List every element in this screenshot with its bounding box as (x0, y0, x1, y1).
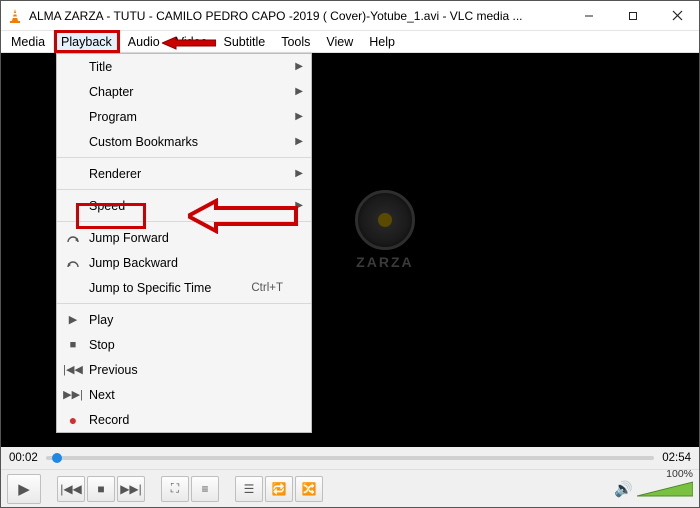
close-button[interactable] (655, 1, 699, 30)
dropdown-prev-label: Previous (83, 363, 293, 377)
stop-button[interactable]: ■ (87, 476, 115, 502)
volume-slider[interactable]: 100% (637, 480, 693, 498)
dropdown-record-label: Record (83, 413, 293, 427)
disc-icon (355, 190, 415, 250)
minimize-button[interactable] (567, 1, 611, 30)
dropdown-play-label: Play (83, 313, 293, 327)
seek-knob[interactable] (52, 453, 62, 463)
fullscreen-button[interactable]: ⛶ (161, 476, 189, 502)
dropdown-jumpspec-accel: Ctrl+T (251, 282, 293, 294)
dropdown-custom-bookmarks[interactable]: Custom Bookmarks ▶ (57, 129, 311, 154)
seek-bar: 00:02 02:54 (1, 447, 699, 469)
seek-track[interactable] (46, 456, 654, 460)
dropdown-jumpspec-label: Jump to Specific Time (83, 281, 251, 295)
menu-playback[interactable]: Playback (53, 33, 120, 51)
transport-group: |◀◀ ■ ▶▶| (57, 476, 145, 502)
dropdown-next[interactable]: ▶▶| Next (57, 382, 311, 407)
fullscreen-icon: ⛶ (171, 481, 179, 496)
dropdown-separator (57, 157, 311, 158)
dropdown-chapter[interactable]: Chapter ▶ (57, 79, 311, 104)
dropdown-jump-specific[interactable]: Jump to Specific Time Ctrl+T (57, 275, 311, 300)
titlebar: ALMA ZARZA - TUTU - CAMILO PEDRO CAPO -2… (1, 1, 699, 31)
time-total[interactable]: 02:54 (662, 452, 691, 464)
skip-forward-icon: ▶▶| (120, 482, 142, 496)
loop-button[interactable]: 🔁 (265, 476, 293, 502)
play-icon: ▶ (63, 313, 83, 326)
controls-bar: ▶ |◀◀ ■ ▶▶| ⛶ ≡ ☰ 🔁 🔀 🔊 100% (1, 469, 699, 507)
close-icon (672, 10, 683, 21)
dropdown-previous[interactable]: |◀◀ Previous (57, 357, 311, 382)
jump-forward-icon (63, 232, 83, 244)
logo-text: ZARZA (355, 254, 415, 270)
window-title: ALMA ZARZA - TUTU - CAMILO PEDRO CAPO -2… (29, 9, 567, 23)
dropdown-stop[interactable]: ■ Stop (57, 332, 311, 357)
maximize-icon (628, 11, 638, 21)
window-buttons (567, 1, 699, 30)
submenu-arrow-icon: ▶ (293, 136, 303, 147)
view-group: ⛶ ≡ (161, 476, 219, 502)
annotation-arrow-speed (188, 198, 298, 234)
dropdown-separator (57, 303, 311, 304)
shuffle-button[interactable]: 🔀 (295, 476, 323, 502)
loop-icon: 🔁 (272, 482, 287, 496)
play-button[interactable]: ▶ (7, 474, 41, 504)
dropdown-program[interactable]: Program ▶ (57, 104, 311, 129)
dropdown-play[interactable]: ▶ Play (57, 307, 311, 332)
extended-settings-button[interactable]: ≡ (191, 476, 219, 502)
submenu-arrow-icon: ▶ (293, 86, 303, 97)
dropdown-title-label: Title (83, 60, 293, 74)
volume-area: 🔊 100% (614, 480, 693, 498)
submenu-arrow-icon: ▶ (293, 61, 303, 72)
menu-tools[interactable]: Tools (273, 33, 318, 51)
dropdown-stop-label: Stop (83, 338, 293, 352)
menu-audio[interactable]: Audio (120, 33, 168, 51)
stop-icon: ■ (63, 339, 83, 351)
video-overlay-logo: ZARZA (355, 190, 415, 270)
shuffle-icon: 🔀 (302, 482, 317, 496)
previous-icon: |◀◀ (63, 363, 83, 376)
speaker-icon[interactable]: 🔊 (614, 480, 633, 498)
dropdown-record[interactable]: ● Record (57, 407, 311, 432)
submenu-arrow-icon: ▶ (293, 111, 303, 122)
sliders-icon: ≡ (201, 482, 208, 496)
vlc-window: ALMA ZARZA - TUTU - CAMILO PEDRO CAPO -2… (0, 0, 700, 508)
next-icon: ▶▶| (63, 388, 83, 401)
dropdown-separator (57, 189, 311, 190)
vlc-cone-icon (7, 8, 23, 24)
playlist-group: ☰ 🔁 🔀 (235, 476, 323, 502)
annotation-arrow-top (162, 35, 216, 51)
skip-back-icon: |◀◀ (60, 482, 82, 496)
time-elapsed[interactable]: 00:02 (9, 452, 38, 464)
volume-percent: 100% (666, 468, 693, 480)
menu-media[interactable]: Media (3, 33, 53, 51)
dropdown-renderer[interactable]: Renderer ▶ (57, 161, 311, 186)
dropdown-renderer-label: Renderer (83, 167, 293, 181)
skip-forward-button[interactable]: ▶▶| (117, 476, 145, 502)
menubar: Media Playback Audio Video Subtitle Tool… (1, 31, 699, 53)
playlist-icon: ☰ (244, 482, 255, 496)
jump-backward-icon (63, 257, 83, 269)
dropdown-title[interactable]: Title ▶ (57, 54, 311, 79)
dropdown-next-label: Next (83, 388, 293, 402)
maximize-button[interactable] (611, 1, 655, 30)
menu-subtitle[interactable]: Subtitle (216, 33, 274, 51)
dropdown-jump-backward[interactable]: Jump Backward (57, 250, 311, 275)
dropdown-bookmarks-label: Custom Bookmarks (83, 135, 293, 149)
skip-back-button[interactable]: |◀◀ (57, 476, 85, 502)
dropdown-jumpback-label: Jump Backward (83, 256, 293, 270)
submenu-arrow-icon: ▶ (293, 168, 303, 179)
playlist-button[interactable]: ☰ (235, 476, 263, 502)
stop-icon: ■ (97, 482, 104, 496)
menu-view[interactable]: View (318, 33, 361, 51)
menu-help[interactable]: Help (361, 33, 403, 51)
record-icon: ● (63, 412, 83, 428)
play-icon: ▶ (18, 480, 30, 498)
dropdown-program-label: Program (83, 110, 293, 124)
playback-dropdown: Title ▶ Chapter ▶ Program ▶ Custom Bookm… (56, 53, 312, 433)
dropdown-chapter-label: Chapter (83, 85, 293, 99)
minimize-icon (584, 11, 594, 21)
